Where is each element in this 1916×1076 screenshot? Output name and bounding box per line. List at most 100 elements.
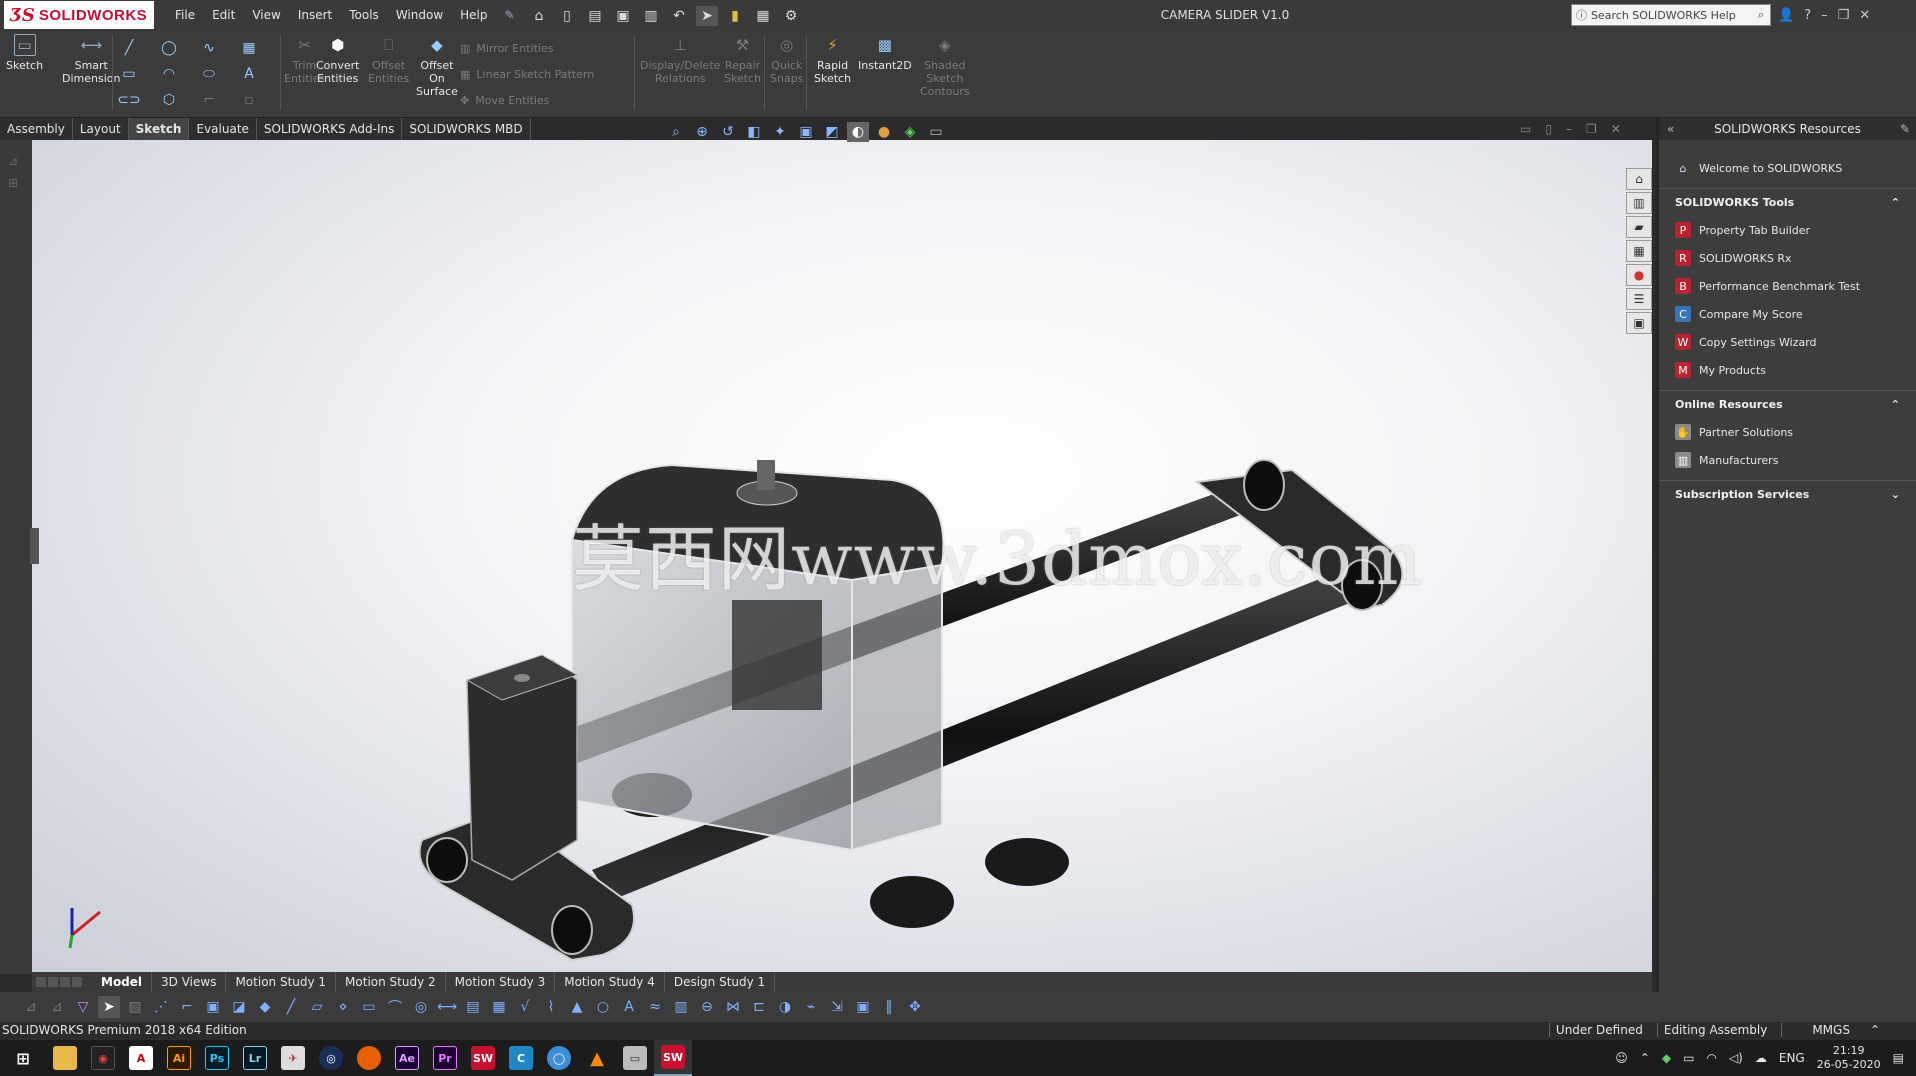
- photoshop-icon[interactable]: Ps: [198, 1040, 236, 1076]
- filter-datum-icon[interactable]: ▲: [566, 996, 588, 1018]
- filter-vertices-icon[interactable]: ⋰: [150, 996, 172, 1018]
- chevron-down-icon[interactable]: ⌄: [1891, 488, 1900, 501]
- repair-sketch-button[interactable]: ⚒ Repair Sketch: [724, 34, 761, 85]
- user-icon[interactable]: 👤: [1778, 8, 1794, 23]
- slot-icon[interactable]: ⊂⊃: [117, 90, 140, 110]
- tree-icon[interactable]: ⊞: [8, 176, 32, 190]
- solidworks-2018-icon[interactable]: SW: [464, 1040, 502, 1076]
- filter-routing-icon[interactable]: ◑: [774, 996, 796, 1018]
- browser-icon[interactable]: ◯: [540, 1040, 578, 1076]
- view-palette-icon[interactable]: ▦: [1626, 240, 1652, 262]
- quick-snaps-button[interactable]: ◎ Quick Snaps: [770, 34, 803, 85]
- after-effects-icon[interactable]: Ae: [388, 1040, 426, 1076]
- security-icon[interactable]: ◆: [1662, 1051, 1671, 1065]
- filter-surfaces-icon[interactable]: ◪: [228, 996, 250, 1018]
- filter-edges-icon[interactable]: ⌐: [176, 996, 198, 1018]
- file-properties-icon[interactable]: ▦: [752, 6, 774, 26]
- welcome-link[interactable]: ⌂ Welcome to SOLIDWORKS: [1659, 154, 1916, 182]
- home-icon[interactable]: ⌂: [528, 6, 550, 26]
- vlc-icon[interactable]: ▲: [578, 1040, 616, 1076]
- pin-icon[interactable]: ✎: [505, 8, 515, 22]
- select-pointer-icon[interactable]: ➤: [98, 996, 120, 1018]
- filter-mates-icon[interactable]: ⊏: [748, 996, 770, 1018]
- hide-show-icon[interactable]: ◐: [847, 122, 869, 142]
- design-library-icon[interactable]: ▥: [1626, 192, 1652, 214]
- minimize-icon[interactable]: –: [1821, 8, 1828, 23]
- menu-file[interactable]: File: [175, 8, 195, 22]
- clock[interactable]: 21:19 26-05-2020: [1817, 1044, 1881, 1072]
- tool-my-products[interactable]: M My Products: [1659, 356, 1916, 384]
- restore-icon[interactable]: ❐: [1838, 8, 1850, 23]
- zoom-to-fit-icon[interactable]: ⌕: [665, 122, 687, 142]
- people-icon[interactable]: ☺: [1615, 1051, 1628, 1065]
- chevron-up-icon[interactable]: ⌃: [1891, 196, 1900, 209]
- polygon-icon[interactable]: ⬡: [158, 90, 180, 110]
- close-icon[interactable]: ✕: [1859, 8, 1870, 23]
- language-indicator[interactable]: ENG: [1779, 1051, 1805, 1065]
- open-icon[interactable]: ▤: [584, 6, 606, 26]
- tool-solidworks-rx[interactable]: R SOLIDWORKS Rx: [1659, 244, 1916, 272]
- menu-tools[interactable]: Tools: [349, 8, 379, 22]
- filter-cosmetic-icon[interactable]: ≈: [644, 996, 666, 1018]
- viewport-restore-icon[interactable]: ❐: [1586, 122, 1597, 136]
- wifi-icon[interactable]: ◠: [1706, 1051, 1716, 1065]
- tab-motion-study-1[interactable]: Motion Study 1: [226, 972, 337, 992]
- view-settings-icon[interactable]: ▭: [925, 122, 947, 142]
- cinema4d-icon[interactable]: ◎: [312, 1040, 350, 1076]
- select-arrow-icon[interactable]: ➤: [696, 6, 718, 26]
- link-partner-solutions[interactable]: ✋ Partner Solutions: [1659, 418, 1916, 446]
- tile-view-icon[interactable]: ▯: [1545, 122, 1552, 136]
- rapid-sketch-button[interactable]: ⚡ Rapid Sketch: [814, 34, 851, 85]
- appearances-icon[interactable]: ●: [1626, 264, 1652, 286]
- offset-entities-button[interactable]: ⎕ Offset Entities: [368, 34, 409, 85]
- display-delete-relations-button[interactable]: ⊥ Display/Delete Relations: [640, 34, 720, 85]
- tab-model[interactable]: Model: [92, 972, 153, 992]
- pin-icon[interactable]: ✎: [1900, 122, 1910, 136]
- filter-hole-icon[interactable]: ⊖: [696, 996, 718, 1018]
- windows-start-icon[interactable]: ⊞: [0, 1040, 46, 1076]
- save-icon[interactable]: ▣: [612, 6, 634, 26]
- point-icon[interactable]: ▫: [238, 90, 260, 110]
- display-style-icon[interactable]: ◩: [821, 122, 843, 142]
- filter-sensors-icon[interactable]: ▣: [852, 996, 874, 1018]
- file-explorer-icon[interactable]: ▰: [1626, 216, 1652, 238]
- linear-sketch-pattern-button[interactable]: ▦ Linear Sketch Pattern: [460, 68, 594, 81]
- section-view-icon[interactable]: ◧: [743, 122, 765, 142]
- units-chevron-icon[interactable]: ⌃: [1864, 1023, 1886, 1037]
- offset-on-surface-button[interactable]: ◆ Offset On Surface: [416, 34, 458, 98]
- line-icon[interactable]: ╱: [118, 38, 140, 58]
- menu-insert[interactable]: Insert: [298, 8, 332, 22]
- file-explorer-icon[interactable]: [46, 1040, 84, 1076]
- forum-icon[interactable]: ▣: [1626, 312, 1652, 334]
- notification-icon[interactable]: ▤: [1893, 1051, 1904, 1065]
- mirror-entities-button[interactable]: ▥ Mirror Entities: [460, 42, 553, 55]
- online-section-header[interactable]: Online Resources ⌃: [1659, 390, 1916, 418]
- rebuild-icon[interactable]: ▮: [724, 6, 746, 26]
- acrobat-icon[interactable]: A: [122, 1040, 160, 1076]
- tab-motion-study-2[interactable]: Motion Study 2: [336, 972, 446, 992]
- search-icon[interactable]: ⌕: [1758, 8, 1764, 22]
- apply-scene-icon[interactable]: ◈: [899, 122, 921, 142]
- filter-midpoints-icon[interactable]: ⌒: [384, 996, 406, 1018]
- filter-connection-icon[interactable]: ⋈: [722, 996, 744, 1018]
- zoom-area-icon[interactable]: ⊕: [691, 122, 713, 142]
- filter-blocks-icon[interactable]: ▥: [670, 996, 692, 1018]
- tab-evaluate[interactable]: Evaluate: [189, 118, 257, 140]
- new-document-icon[interactable]: ▯: [556, 6, 578, 26]
- filter-points-icon[interactable]: ⋄: [332, 996, 354, 1018]
- firefox-icon[interactable]: [350, 1040, 388, 1076]
- filter-weldbeads-icon[interactable]: ‖: [878, 996, 900, 1018]
- shaded-sketch-contours-button[interactable]: ◈ Shaded Sketch Contours: [920, 34, 970, 98]
- filter-gtol-icon[interactable]: ▦: [488, 996, 510, 1018]
- tool-property-tab-builder[interactable]: P Property Tab Builder: [1659, 216, 1916, 244]
- convert-entities-button[interactable]: ⬢ Convert Entities: [316, 34, 360, 85]
- filter-text-icon[interactable]: A: [618, 996, 640, 1018]
- tab-design-study-1[interactable]: Design Study 1: [665, 972, 776, 992]
- undo-icon[interactable]: ↶: [668, 6, 690, 26]
- menu-view[interactable]: View: [252, 8, 280, 22]
- arc-icon[interactable]: ◠: [158, 64, 180, 84]
- filter-dimensions-icon[interactable]: ⟷: [436, 996, 458, 1018]
- tab-scroll-arrows[interactable]: [36, 977, 82, 987]
- filter-axes-icon[interactable]: ╱: [280, 996, 302, 1018]
- filter-planes-icon[interactable]: ▱: [306, 996, 328, 1018]
